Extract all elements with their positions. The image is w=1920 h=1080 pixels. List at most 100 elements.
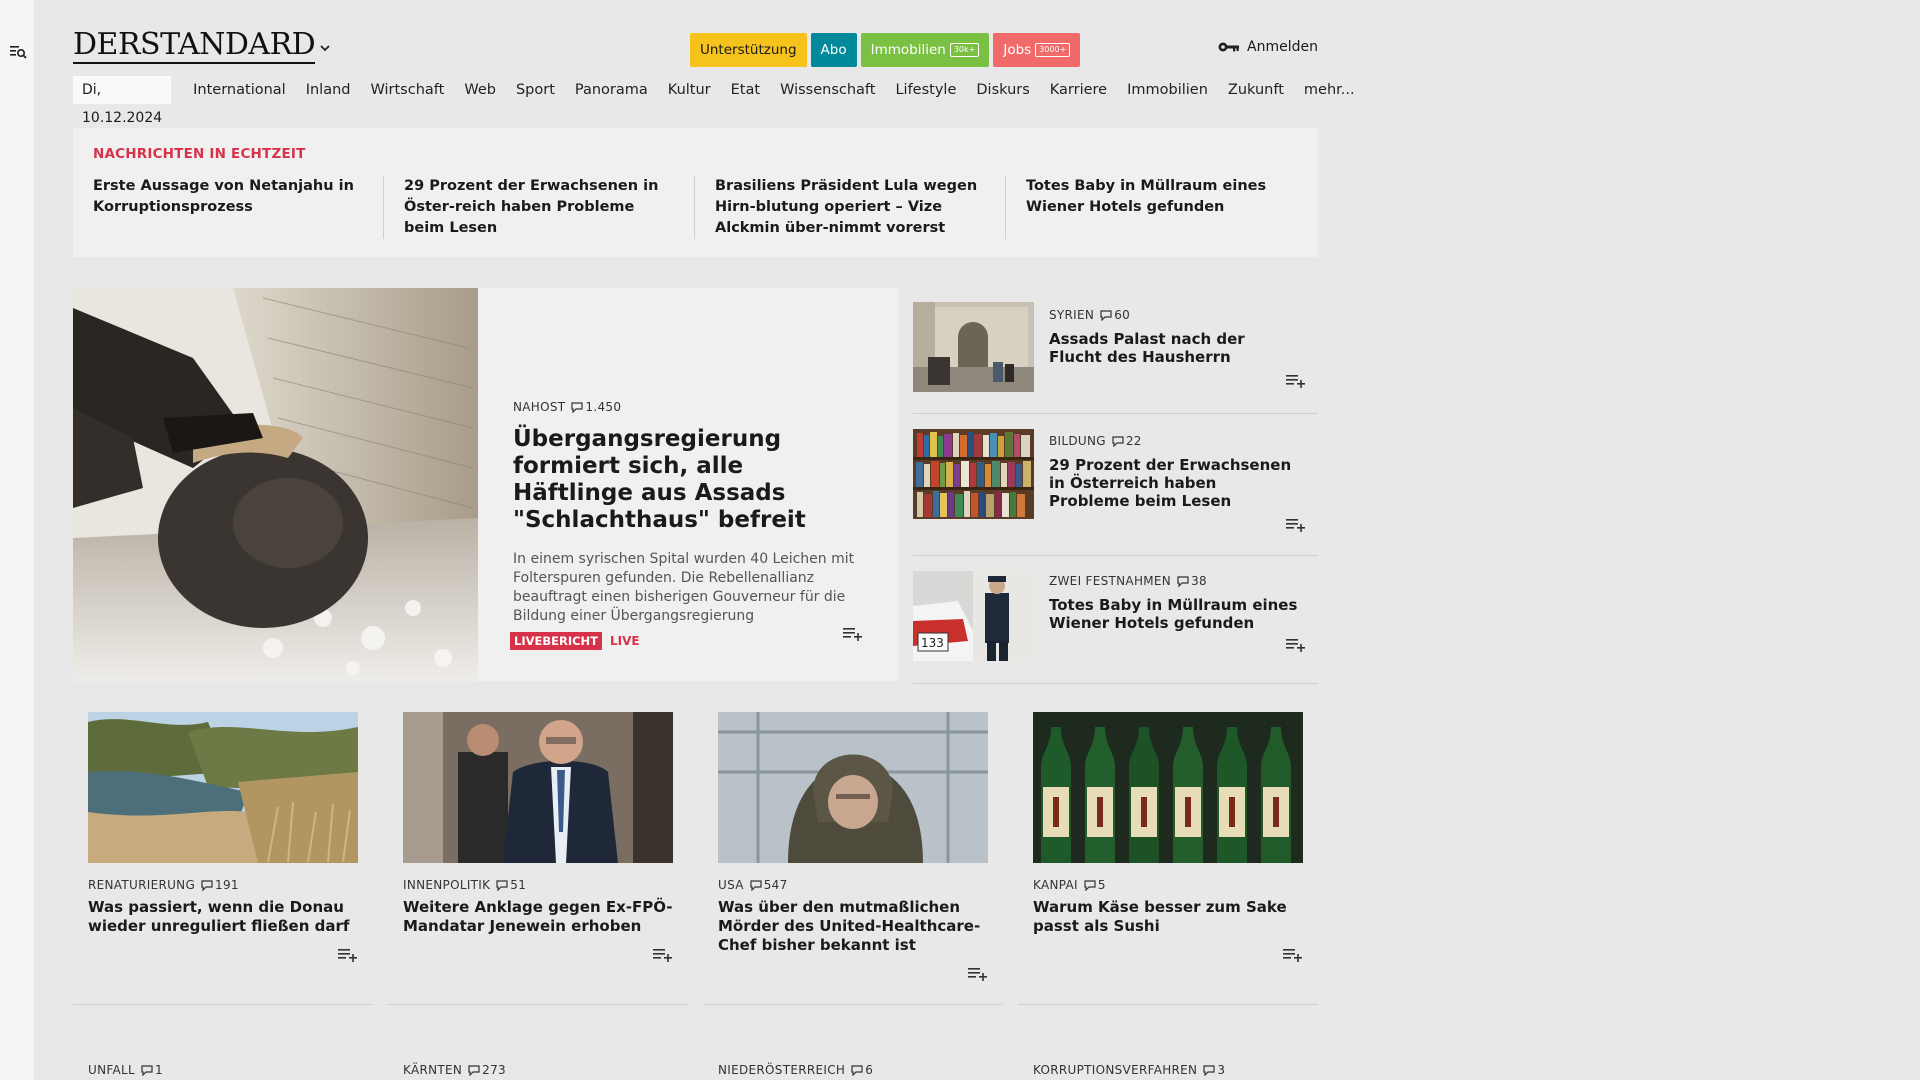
statue-photo — [73, 288, 478, 681]
jobs-label: Jobs — [1003, 42, 1032, 58]
add-to-list-icon[interactable] — [1286, 638, 1306, 652]
abo-label: Abo — [820, 42, 847, 58]
article-card[interactable]: INNENPOLITIK 51 Weitere Anklage gegen Ex… — [388, 712, 688, 1005]
side-article[interactable]: SYRIEN 60 Assads Palast nach der Flucht … — [913, 288, 1318, 414]
ticker-item[interactable]: Erste Aussage von Netanjahu in Korruptio… — [93, 176, 384, 239]
article-image[interactable] — [1033, 712, 1303, 863]
side-article[interactable]: BILDUNG 22 29 Prozent der Erwachsenen in… — [913, 414, 1318, 556]
nav-item-kultur[interactable]: Kultur — [668, 82, 711, 98]
article-image[interactable] — [88, 712, 358, 863]
card-category[interactable]: KÄRNTEN — [403, 1063, 462, 1077]
card-category[interactable]: KANPAI — [1033, 878, 1078, 892]
comment-icon — [201, 879, 213, 891]
abo-button[interactable]: Abo — [810, 33, 857, 67]
card-kicker: KANPAI 5 — [1033, 878, 1106, 892]
palace-photo — [913, 302, 1034, 392]
card-headline[interactable]: Warum Käse besser zum Sake passt als Sus… — [1033, 898, 1303, 936]
side-comments[interactable]: 22 — [1112, 434, 1142, 448]
article-card[interactable]: USA 547 Was über den mutmaßlichen Mörder… — [703, 712, 1003, 1005]
nav-item-more[interactable]: mehr... — [1304, 82, 1355, 98]
nav-item-international[interactable]: International — [193, 82, 286, 98]
nav-item-etat[interactable]: Etat — [731, 82, 760, 98]
current-date: Di, 10.12.2024 — [73, 76, 172, 126]
svg-text:133: 133 — [921, 636, 944, 650]
ticker-item[interactable]: Totes Baby in Müllraum eines Wiener Hote… — [1026, 176, 1306, 239]
chevron-down-icon[interactable] — [319, 42, 331, 54]
side-category[interactable]: SYRIEN — [1049, 308, 1094, 322]
nav-item-immobilien[interactable]: Immobilien — [1127, 82, 1208, 98]
main-nav: Di, 10.12.2024 International Inland Wirt… — [73, 76, 1365, 126]
nav-item-sport[interactable]: Sport — [516, 82, 555, 98]
card-category[interactable]: RENATURIERUNG — [88, 878, 195, 892]
support-button[interactable]: Unterstützung — [690, 33, 807, 67]
lead-headline[interactable]: Übergangsregierung formiert sich, alle H… — [513, 426, 863, 534]
card-comments[interactable]: 1 — [141, 1063, 163, 1077]
article-image[interactable] — [718, 712, 988, 863]
lead-category[interactable]: NAHOST — [513, 400, 565, 414]
side-headline[interactable]: Assads Palast nach der Flucht des Haushe… — [1049, 330, 1299, 366]
add-to-list-icon[interactable] — [1283, 948, 1303, 962]
side-article[interactable]: 133 ZWEI FESTNAHMEN 38 Totes Baby in Mül… — [913, 556, 1318, 684]
nav-item-web[interactable]: Web — [464, 82, 496, 98]
comment-icon — [851, 1064, 863, 1076]
article-card[interactable]: KANPAI 5 Warum Käse besser zum Sake pass… — [1018, 712, 1318, 1005]
card-comments[interactable]: 6 — [851, 1063, 873, 1077]
card-comments[interactable]: 191 — [201, 878, 239, 892]
card-headline[interactable]: Was passiert, wenn die Donau wieder unre… — [88, 898, 358, 936]
side-category[interactable]: BILDUNG — [1049, 434, 1106, 448]
menu-search-icon[interactable] — [9, 43, 27, 61]
article-thumbnail[interactable]: 133 — [913, 571, 1034, 661]
card-kicker: USA 547 — [718, 878, 788, 892]
lead-comments[interactable]: 1.450 — [571, 400, 621, 414]
card-headline[interactable]: Was über den mutmaßlichen Mörder des Uni… — [718, 898, 988, 955]
add-to-list-icon[interactable] — [338, 948, 358, 962]
card-category[interactable]: NIEDERÖSTERREICH — [718, 1063, 845, 1077]
nav-item-wirtschaft[interactable]: Wirtschaft — [370, 82, 444, 98]
nav-item-inland[interactable]: Inland — [306, 82, 351, 98]
side-comments[interactable]: 38 — [1177, 574, 1207, 588]
side-comment-count: 38 — [1191, 574, 1207, 588]
side-headline[interactable]: Totes Baby in Müllraum eines Wiener Hote… — [1049, 596, 1299, 632]
card-comments[interactable]: 51 — [496, 878, 526, 892]
nav-item-zukunft[interactable]: Zukunft — [1228, 82, 1284, 98]
side-category[interactable]: ZWEI FESTNAHMEN — [1049, 574, 1171, 588]
side-kicker: ZWEI FESTNAHMEN 38 — [1049, 574, 1299, 588]
card-category[interactable]: UNFALL — [88, 1063, 135, 1077]
card-comments[interactable]: 3 — [1203, 1063, 1225, 1077]
ticker-item[interactable]: 29 Prozent der Erwachsenen in Öster-reic… — [404, 176, 695, 239]
lead-article[interactable]: NAHOST 1.450 Übergangsregierung formiert… — [73, 288, 899, 681]
side-headline[interactable]: 29 Prozent der Erwachsenen in Österreich… — [1049, 456, 1299, 510]
card-category[interactable]: KORRUPTIONSVERFAHREN — [1033, 1063, 1197, 1077]
add-to-list-icon[interactable] — [1286, 518, 1306, 532]
side-comments[interactable]: 60 — [1100, 308, 1130, 322]
jobs-button[interactable]: Jobs 3000+ — [993, 33, 1081, 67]
nav-item-lifestyle[interactable]: Lifestyle — [895, 82, 956, 98]
jobs-count-badge: 3000+ — [1035, 43, 1071, 57]
nav-item-diskurs[interactable]: Diskurs — [976, 82, 1029, 98]
add-to-list-icon[interactable] — [968, 967, 988, 981]
immobilien-button[interactable]: Immobilien 30k+ — [860, 33, 990, 67]
nav-item-karriere[interactable]: Karriere — [1050, 82, 1107, 98]
card-category[interactable]: INNENPOLITIK — [403, 878, 490, 892]
add-to-list-icon[interactable] — [653, 948, 673, 962]
article-card[interactable]: RENATURIERUNG 191 Was passiert, wenn die… — [73, 712, 373, 1005]
article-thumbnail[interactable] — [913, 302, 1034, 392]
add-to-list-icon[interactable] — [843, 627, 863, 641]
lead-image[interactable] — [73, 288, 478, 681]
nav-item-wissenschaft[interactable]: Wissenschaft — [780, 82, 875, 98]
nav-item-panorama[interactable]: Panorama — [575, 82, 648, 98]
site-logo[interactable]: DERSTANDARD — [73, 28, 316, 64]
card-headline[interactable]: Weitere Anklage gegen Ex-FPÖ-Mandatar Je… — [403, 898, 673, 936]
article-thumbnail[interactable] — [913, 429, 1034, 519]
lead-comment-count: 1.450 — [585, 400, 622, 414]
card-comments[interactable]: 5 — [1084, 878, 1106, 892]
article-image[interactable] — [403, 712, 673, 863]
login-button[interactable]: Anmelden — [1217, 39, 1318, 55]
ticker-item[interactable]: Brasiliens Präsident Lula wegen Hirn-blu… — [715, 176, 1006, 239]
card-comments[interactable]: 273 — [468, 1063, 506, 1077]
live-label: LIVE — [610, 634, 640, 648]
card-comments[interactable]: 547 — [750, 878, 788, 892]
comment-icon — [750, 879, 762, 891]
add-to-list-icon[interactable] — [1286, 374, 1306, 388]
card-category[interactable]: USA — [718, 878, 744, 892]
